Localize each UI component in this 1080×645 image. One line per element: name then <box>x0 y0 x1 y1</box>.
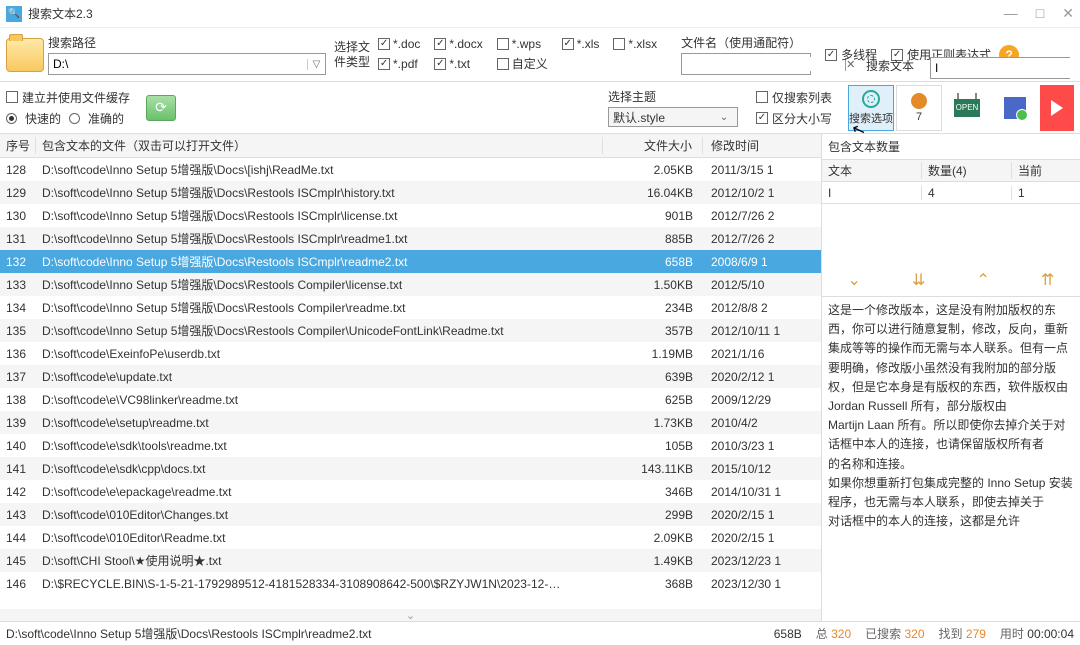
table-row[interactable]: 137D:\soft\code\e\update.txt639B2020/2/1… <box>0 365 821 388</box>
table-row[interactable]: 138D:\soft\code\e\VC98linker\readme.txt6… <box>0 388 821 411</box>
rp-content: 这是一个修改版本，这是没有附加版权的东西，你可以进行随意复制，修改，反向，重新 … <box>822 297 1080 621</box>
chk-wps[interactable] <box>497 38 509 50</box>
scroll-hint: ⌄ <box>0 609 821 621</box>
theme-select[interactable]: 默认.style ⌄ <box>608 107 738 127</box>
table-row[interactable]: 140D:\soft\code\e\sdk\tools\readme.txt10… <box>0 434 821 457</box>
col-index[interactable]: 序号 <box>0 137 36 154</box>
close-button[interactable]: ✕ <box>1062 5 1074 22</box>
chk-index-only[interactable] <box>756 91 768 103</box>
radio-accurate[interactable] <box>69 113 80 124</box>
chk-multithread[interactable] <box>825 49 837 61</box>
sb-size: 658B <box>774 627 802 641</box>
save-button[interactable] <box>992 85 1038 131</box>
folder-icon[interactable] <box>6 38 44 72</box>
table-row[interactable]: 139D:\soft\code\e\setup\readme.txt1.73KB… <box>0 411 821 434</box>
filename-input[interactable] <box>682 57 845 71</box>
open-sign-icon: OPEN <box>954 99 980 117</box>
chk-docx[interactable] <box>434 38 446 50</box>
statusbar: D:\soft\code\Inno Setup 5增强版\Docs\Restoo… <box>0 621 1080 645</box>
filetype-label: 选择文 件类型 <box>334 40 370 69</box>
table-row[interactable]: 145D:\soft\CHI Stool\★使用说明★.txt1.49KB202… <box>0 549 821 572</box>
theme-label: 选择主题 <box>608 88 738 105</box>
app-icon: 🔍 <box>6 6 22 22</box>
count-button[interactable]: 7 <box>896 85 942 131</box>
rp-nav: ⌄ ⇊ ⌃ ⇈ <box>822 264 1080 297</box>
table-row[interactable]: 134D:\soft\code\Inno Setup 5增强版\Docs\Res… <box>0 296 821 319</box>
refresh-button[interactable]: ⟳ <box>146 95 176 121</box>
save-disk-icon <box>1004 97 1026 119</box>
table-row[interactable]: 144D:\soft\code\010Editor\Readme.txt2.09… <box>0 526 821 549</box>
col-path[interactable]: 包含文本的文件（双击可以打开文件） <box>36 137 603 154</box>
col-time[interactable]: 修改时间 <box>703 137 821 154</box>
chevron-down-icon: ⌄ <box>715 112 733 123</box>
search-options-button[interactable]: 搜索选项 <box>848 85 894 131</box>
toolbar2: 建立并使用文件缓存 快速的 准确的 ⟳ 选择主题 默认.style ⌄ 仅搜索列… <box>0 82 1080 134</box>
rp-val-text: I <box>822 186 922 200</box>
rp-hdr-text: 文本 <box>822 162 922 179</box>
titlebar: 🔍 搜索文本2.3 — □ ✕ <box>0 0 1080 28</box>
chk-custom[interactable] <box>497 58 509 70</box>
maximize-button[interactable]: □ <box>1036 5 1044 22</box>
table-row[interactable]: 132D:\soft\code\Inno Setup 5增强版\Docs\Res… <box>0 250 821 273</box>
chk-txt[interactable] <box>434 58 446 70</box>
chk-case[interactable] <box>756 112 768 124</box>
gear-icon <box>862 90 880 108</box>
warn-icon <box>911 93 927 109</box>
path-label: 搜索路径 <box>48 34 326 51</box>
table-body: 128D:\soft\code\Inno Setup 5增强版\Docs\[is… <box>0 158 821 609</box>
rp-title: 包含文本数量 <box>822 134 1080 160</box>
search-text-label: 搜索文本 <box>866 57 914 74</box>
table-row[interactable]: 141D:\soft\code\e\sdk\cpp\docs.txt143.11… <box>0 457 821 480</box>
sb-found: 279 <box>966 627 986 641</box>
sb-path: D:\soft\code\Inno Setup 5增强版\Docs\Restoo… <box>6 625 760 642</box>
rp-val-count: 4 <box>922 186 1012 200</box>
toolbar: 搜索路径 ▽ 选择文 件类型 *.doc *.docx *.wps *.xls … <box>0 28 1080 82</box>
sb-searched: 320 <box>905 627 925 641</box>
table-row[interactable]: 143D:\soft\code\010Editor\Changes.txt299… <box>0 503 821 526</box>
table-row[interactable]: 133D:\soft\code\Inno Setup 5增强版\Docs\Res… <box>0 273 821 296</box>
table-row[interactable]: 142D:\soft\code\e\epackage\readme.txt346… <box>0 480 821 503</box>
chk-cache[interactable] <box>6 91 18 103</box>
minimize-button[interactable]: — <box>1004 5 1018 22</box>
nav-up-icon[interactable]: ⌃ <box>977 270 990 290</box>
path-dropdown-icon[interactable]: ▽ <box>307 59 325 70</box>
path-input[interactable] <box>49 57 307 71</box>
search-text-input[interactable] <box>931 58 1080 78</box>
table-row[interactable]: 129D:\soft\code\Inno Setup 5增强版\Docs\Res… <box>0 181 821 204</box>
table-row[interactable]: 136D:\soft\code\ExeinfoPe\userdb.txt1.19… <box>0 342 821 365</box>
nav-down-icon[interactable]: ⌄ <box>848 270 861 290</box>
table-row[interactable]: 128D:\soft\code\Inno Setup 5增强版\Docs\[is… <box>0 158 821 181</box>
table-row[interactable]: 146D:\$RECYCLE.BIN\S-1-5-21-1792989512-4… <box>0 572 821 595</box>
radio-fast[interactable] <box>6 113 17 124</box>
run-button[interactable] <box>1040 85 1074 131</box>
chk-pdf[interactable] <box>378 58 390 70</box>
rp-hdr-count: 数量(4) <box>922 162 1012 179</box>
rp-val-cur: 1 <box>1012 186 1080 200</box>
app-title: 搜索文本2.3 <box>28 5 1004 22</box>
rp-hdr-cur: 当前 <box>1012 162 1080 179</box>
nav-down-all-icon[interactable]: ⇊ <box>912 270 925 290</box>
sb-total: 320 <box>831 627 851 641</box>
nav-up-all-icon[interactable]: ⇈ <box>1041 270 1054 290</box>
sb-time: 00:00:04 <box>1027 627 1074 641</box>
filename-label: 文件名（使用通配符） <box>681 34 811 51</box>
col-size[interactable]: 文件大小 <box>603 137 703 154</box>
table-row[interactable]: 131D:\soft\code\Inno Setup 5增强版\Docs\Res… <box>0 227 821 250</box>
open-button[interactable]: OPEN <box>944 85 990 131</box>
chk-xlsx[interactable] <box>613 38 625 50</box>
table-row[interactable]: 130D:\soft\code\Inno Setup 5增强版\Docs\Res… <box>0 204 821 227</box>
chk-doc[interactable] <box>378 38 390 50</box>
table-row[interactable]: 135D:\soft\code\Inno Setup 5增强版\Docs\Res… <box>0 319 821 342</box>
chk-xls[interactable] <box>562 38 574 50</box>
table-header: 序号 包含文本的文件（双击可以打开文件） 文件大小 修改时间 <box>0 134 821 158</box>
